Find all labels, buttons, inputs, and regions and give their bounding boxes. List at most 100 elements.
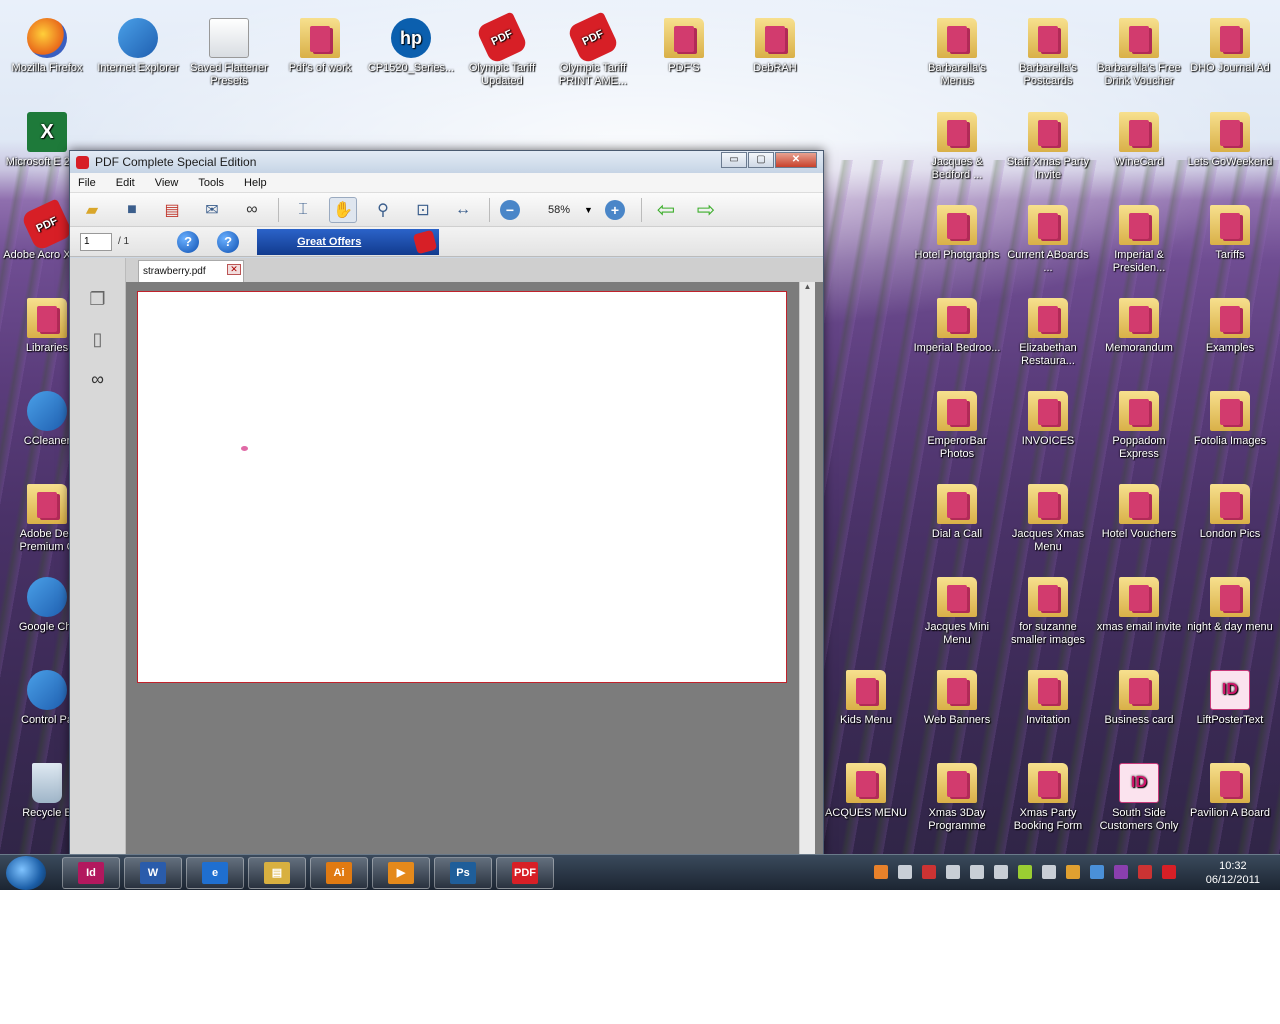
tray-icon[interactable] bbox=[874, 865, 888, 879]
desktop-icon[interactable]: Web Banners bbox=[912, 670, 1002, 727]
document-area[interactable]: strawberry.pdf ✕ ▲ bbox=[126, 258, 823, 858]
desktop-icon[interactable]: Hotel Photgraphs bbox=[912, 205, 1002, 262]
tray-icon[interactable] bbox=[1090, 865, 1104, 879]
desktop-icon[interactable]: Staff Xmas Party Invite bbox=[1003, 112, 1093, 182]
desktop-icon[interactable]: DHO Journal Ad bbox=[1185, 18, 1275, 75]
desktop-icon[interactable]: Lets GoWeekend bbox=[1185, 112, 1275, 169]
ie-taskbar-item[interactable]: e bbox=[186, 857, 244, 889]
desktop-icon[interactable]: Memorandum bbox=[1094, 298, 1184, 355]
fit-width-icon[interactable]: ↔ bbox=[449, 197, 477, 223]
menu-tools[interactable]: Tools bbox=[198, 177, 224, 189]
desktop-icon[interactable]: Current ABoards ... bbox=[1003, 205, 1093, 275]
desktop-icon[interactable]: Kids Menu bbox=[821, 670, 911, 727]
clock[interactable]: 10:32 06/12/2011 bbox=[1206, 859, 1260, 887]
desktop-icon[interactable]: Barbarella's Menus bbox=[912, 18, 1002, 88]
tray-icon[interactable] bbox=[970, 865, 984, 879]
desktop-icon[interactable]: Invitation bbox=[1003, 670, 1093, 727]
tray-icon[interactable] bbox=[1042, 865, 1056, 879]
desktop-icon[interactable]: WineCard bbox=[1094, 112, 1184, 169]
illustrator-taskbar-item[interactable]: Ai bbox=[310, 857, 368, 889]
fit-page-icon[interactable]: ⊡ bbox=[409, 197, 437, 223]
close-tab-icon[interactable]: ✕ bbox=[227, 264, 241, 275]
desktop-icon[interactable]: EmperorBar Photos bbox=[912, 391, 1002, 461]
search-panel-icon[interactable]: ∞ bbox=[87, 368, 109, 390]
maximize-button[interactable]: ▢ bbox=[748, 152, 774, 168]
desktop-icon[interactable]: Barbarella's Postcards bbox=[1003, 18, 1093, 88]
binoculars-icon[interactable]: ∞ bbox=[238, 197, 266, 223]
start-button[interactable] bbox=[6, 856, 46, 890]
save-icon[interactable]: ■ bbox=[118, 197, 146, 223]
document-tab[interactable]: strawberry.pdf ✕ bbox=[138, 260, 244, 282]
help-info-icon[interactable]: ? bbox=[217, 230, 240, 253]
tray-icon[interactable] bbox=[1138, 865, 1152, 879]
desktop-icon[interactable]: PDF'S bbox=[639, 18, 729, 75]
close-button[interactable]: ✕ bbox=[775, 152, 817, 168]
desktop-icon[interactable]: Pavilion A Board bbox=[1185, 763, 1275, 820]
desktop-icon[interactable]: Jacques & Bedford ... bbox=[912, 112, 1002, 182]
scroll-up-icon[interactable]: ▲ bbox=[800, 282, 815, 296]
pages-panel-icon[interactable]: ❐ bbox=[87, 288, 109, 310]
photoshop-taskbar-item[interactable]: Ps bbox=[434, 857, 492, 889]
zoom-dropdown-icon[interactable]: ▼ bbox=[584, 205, 593, 215]
desktop-icon[interactable]: Xmas Party Booking Form bbox=[1003, 763, 1093, 833]
desktop-icon[interactable]: Barbarella's Free Drink Voucher bbox=[1094, 18, 1184, 88]
onenote-tray-icon[interactable] bbox=[1114, 865, 1128, 879]
previous-page-icon[interactable]: ⇦ bbox=[652, 197, 680, 223]
great-offers-banner[interactable]: Great Offers bbox=[257, 228, 440, 255]
desktop-icon[interactable]: Jacques Mini Menu bbox=[912, 577, 1002, 647]
desktop-icon[interactable]: for suzanne smaller images bbox=[1003, 577, 1093, 647]
desktop-icon[interactable]: Dial a Call bbox=[912, 484, 1002, 541]
pdf-page[interactable] bbox=[137, 291, 787, 683]
desktop-icon[interactable]: DebRAH bbox=[730, 18, 820, 75]
acrobat-tray-icon[interactable] bbox=[1162, 865, 1176, 879]
pdf-complete-window[interactable]: PDF Complete Special Edition ▭ ▢ ✕ File … bbox=[69, 150, 824, 858]
tray-icon[interactable] bbox=[1018, 865, 1032, 879]
desktop-icon[interactable]: Tariffs bbox=[1185, 205, 1275, 262]
desktop-icon[interactable]: night & day menu bbox=[1185, 577, 1275, 634]
menu-view[interactable]: View bbox=[155, 177, 179, 189]
minimize-button[interactable]: ▭ bbox=[721, 152, 747, 168]
next-page-icon[interactable]: ⇨ bbox=[692, 197, 720, 223]
open-folder-icon[interactable]: ▰ bbox=[78, 197, 106, 223]
zoom-level[interactable]: 58% bbox=[538, 204, 580, 216]
desktop-icon[interactable]: Business card bbox=[1094, 670, 1184, 727]
email-icon[interactable]: ✉ bbox=[198, 197, 226, 223]
indesign-taskbar-item[interactable]: Id bbox=[62, 857, 120, 889]
desktop-icon[interactable]: Pdf's of work bbox=[275, 18, 365, 75]
pdf-taskbar-item[interactable]: PDF bbox=[496, 857, 554, 889]
zoom-in-icon[interactable]: + bbox=[604, 199, 625, 220]
desktop-icon[interactable]: Saved Flattener Presets bbox=[184, 18, 274, 88]
tray-icon[interactable] bbox=[994, 865, 1008, 879]
desktop-icon[interactable]: Jacques Xmas Menu bbox=[1003, 484, 1093, 554]
desktop-icon[interactable]: Poppadom Express bbox=[1094, 391, 1184, 461]
tray-icon[interactable] bbox=[922, 865, 936, 879]
desktop-icon[interactable]: ID LiftPosterText bbox=[1185, 670, 1275, 727]
desktop-icon[interactable]: hp CP1520_Series... bbox=[366, 18, 456, 75]
zoom-out-icon[interactable]: − bbox=[500, 199, 520, 220]
tray-icon[interactable] bbox=[946, 865, 960, 879]
desktop-icon[interactable]: Imperial Bedroo... bbox=[912, 298, 1002, 355]
desktop-icon[interactable]: Xmas 3Day Programme bbox=[912, 763, 1002, 833]
menu-file[interactable]: File bbox=[78, 177, 96, 189]
hand-tool-icon[interactable]: ✋ bbox=[329, 196, 357, 223]
desktop-icon[interactable]: London Pics bbox=[1185, 484, 1275, 541]
desktop-icon[interactable]: PDF Olympic Tariff Updated bbox=[457, 11, 547, 88]
print-icon[interactable]: ▤ bbox=[158, 197, 186, 223]
select-text-icon[interactable]: ⌶ bbox=[289, 197, 317, 223]
page-number-input[interactable]: 1 bbox=[80, 232, 112, 251]
desktop-icon[interactable]: Mozilla Firefox bbox=[2, 18, 92, 75]
desktop-icon[interactable]: Hotel Vouchers bbox=[1094, 484, 1184, 541]
desktop-icon[interactable]: Internet Explorer bbox=[93, 18, 183, 75]
vertical-scrollbar[interactable]: ▲ bbox=[799, 282, 815, 858]
help-icon[interactable]: ? bbox=[177, 230, 200, 253]
volume-icon[interactable] bbox=[1066, 865, 1080, 879]
zoom-tool-icon[interactable]: ⚲ bbox=[369, 197, 397, 223]
desktop-icon[interactable]: ACQUES MENU bbox=[821, 763, 911, 820]
desktop-icon[interactable]: Fotolia Images bbox=[1185, 391, 1275, 448]
bookmarks-panel-icon[interactable]: ▯ bbox=[87, 328, 109, 350]
desktop-icon[interactable]: Elizabethan Restaura... bbox=[1003, 298, 1093, 368]
menu-edit[interactable]: Edit bbox=[116, 177, 135, 189]
desktop-icon[interactable]: Examples bbox=[1185, 298, 1275, 355]
tray-icon[interactable] bbox=[898, 865, 912, 879]
explorer-taskbar-item[interactable]: ▤ bbox=[248, 857, 306, 889]
